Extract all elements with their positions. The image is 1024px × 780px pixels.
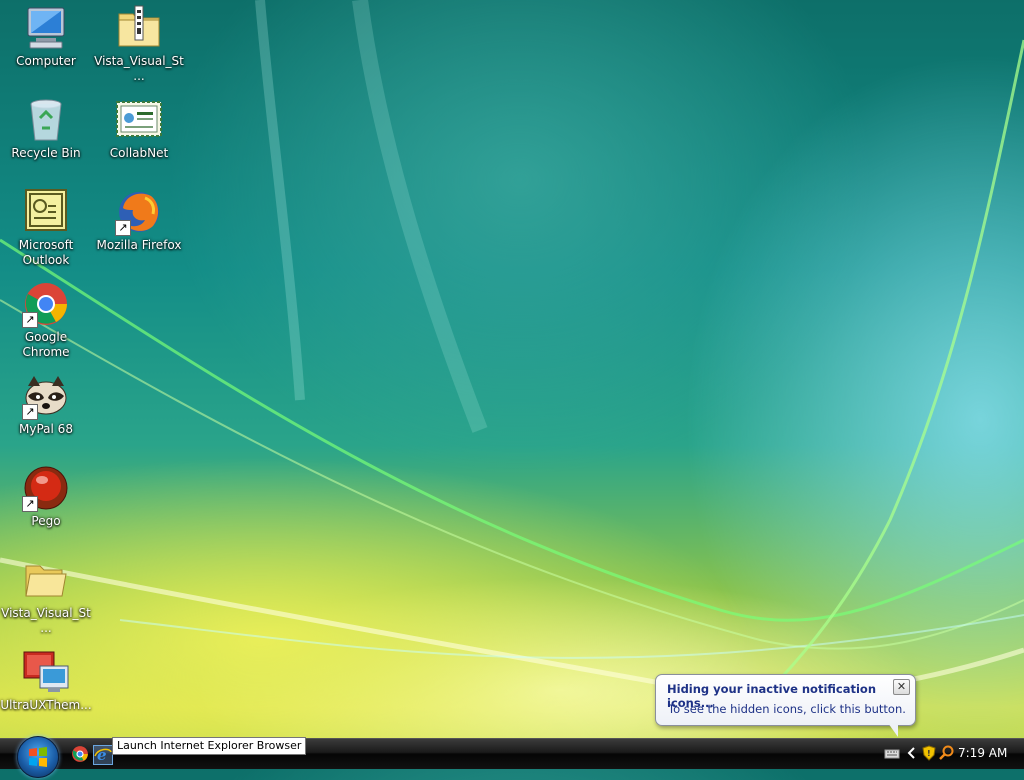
windows-logo-icon — [29, 747, 47, 767]
mypal-raccoon-icon: ↗ — [22, 372, 70, 420]
desktop-icon-outlook[interactable]: Microsoft Outlook — [0, 188, 92, 268]
desktop-icon-label: Computer — [16, 54, 76, 68]
outlook-icon — [22, 188, 70, 236]
desktop-icon-label: Google Chrome — [22, 330, 70, 359]
search-magnifier-icon[interactable] — [939, 745, 955, 761]
balloon-body: To see the hidden icons, click this butt… — [668, 702, 906, 716]
desktop-icon-collabnet[interactable]: CollabNet — [93, 96, 185, 161]
desktop-icon-vista-visual-folder[interactable]: Vista_Visual_St... — [0, 556, 92, 636]
show-hidden-icons-chevron-icon[interactable] — [904, 745, 920, 761]
desktop-icon-recycle-bin[interactable]: Recycle Bin — [0, 96, 92, 161]
notification-balloon[interactable]: Hiding your inactive notification icons.… — [655, 674, 916, 737]
desktop-icon-ultrauxtheme[interactable]: UltraUXThem... — [0, 648, 92, 713]
desktop-icon-label: CollabNet — [109, 146, 169, 160]
theme-app-icon — [22, 648, 70, 696]
keyboard-icon[interactable] — [884, 745, 900, 761]
balloon-close-button[interactable]: ✕ — [893, 679, 910, 695]
folder-icon — [22, 556, 70, 604]
firefox-icon: ↗ — [115, 188, 163, 236]
desktop-icon-label: Pego — [31, 514, 61, 528]
desktop-icon-label: UltraUXThem... — [0, 698, 92, 712]
security-shield-icon[interactable]: ! — [921, 745, 937, 761]
desktop-icon-label: Microsoft Outlook — [18, 238, 74, 267]
desktop-icon-chrome[interactable]: ↗ Google Chrome — [0, 280, 92, 360]
quicklaunch-chrome-icon[interactable] — [71, 745, 89, 763]
shortcut-arrow-icon: ↗ — [22, 312, 38, 328]
ie-launch-tooltip: Launch Internet Explorer Browser — [112, 737, 307, 755]
desktop-icon-label: Vista_Visual_St... — [1, 606, 91, 635]
desktop-icon-label: Recycle Bin — [11, 146, 81, 160]
desktop-icon-pego[interactable]: ↗ Pego — [0, 464, 92, 529]
chrome-icon: ↗ — [22, 280, 70, 328]
desktop-icon-firefox[interactable]: ↗ Mozilla Firefox — [93, 188, 185, 253]
svg-text:!: ! — [927, 749, 931, 758]
balloon-tail — [888, 723, 898, 737]
quicklaunch-internet-explorer-icon[interactable]: e — [93, 745, 113, 765]
start-button[interactable] — [17, 736, 59, 778]
shortcut-arrow-icon: ↗ — [22, 404, 38, 420]
shortcut-arrow-icon: ↗ — [115, 220, 131, 236]
desktop-icon-label: Vista_Visual_St... — [94, 54, 184, 83]
desktop-icon-label: MyPal 68 — [19, 422, 73, 436]
desktop-icon-label: Mozilla Firefox — [96, 238, 182, 252]
zip-folder-icon — [115, 4, 163, 52]
desktop-icon-vista-visual-zip[interactable]: Vista_Visual_St... — [93, 4, 185, 84]
taskbar-clock[interactable]: 7:19 AM — [958, 745, 1007, 761]
certificate-icon — [115, 96, 163, 144]
desktop-icon-computer[interactable]: Computer — [0, 4, 92, 69]
recycle-bin-icon — [22, 96, 70, 144]
desktop-icon-mypal[interactable]: ↗ MyPal 68 — [0, 372, 92, 437]
shortcut-arrow-icon: ↗ — [22, 496, 38, 512]
pego-icon: ↗ — [22, 464, 70, 512]
computer-icon — [22, 4, 70, 52]
